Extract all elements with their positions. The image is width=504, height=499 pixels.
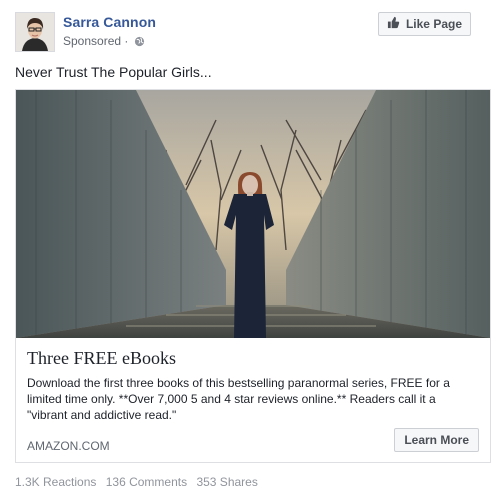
post-header: Sarra Cannon Sponsored · Like Page (15, 12, 489, 54)
like-page-label: Like Page (405, 17, 462, 31)
post-message: Never Trust The Popular Girls... (15, 64, 212, 80)
shares-count[interactable]: 353 Shares (196, 475, 257, 489)
sponsored-label[interactable]: Sponsored (63, 34, 121, 48)
page-name-link[interactable]: Sarra Cannon (63, 14, 156, 30)
reactions-count[interactable]: 1.3K Reactions (15, 475, 96, 489)
like-page-button[interactable]: Like Page (377, 12, 471, 36)
avatar-image (16, 13, 54, 51)
sponsored-line: Sponsored · (63, 34, 145, 50)
ad-domain: AMAZON.COM (27, 439, 110, 453)
link-attachment[interactable]: Three FREE eBooks Download the first thr… (15, 89, 491, 463)
ad-photo[interactable] (16, 90, 490, 338)
globe-icon (134, 36, 145, 50)
comments-count[interactable]: 136 Comments (106, 475, 187, 489)
page-avatar[interactable] (15, 12, 55, 52)
ad-headline[interactable]: Three FREE eBooks (27, 348, 176, 369)
learn-more-button[interactable]: Learn More (394, 428, 479, 452)
sponsored-separator: · (124, 34, 129, 48)
ad-photo-illustration (16, 90, 490, 338)
ad-description: Download the first three books of this b… (27, 376, 450, 422)
engagement-stats: 1.3K Reactions 136 Comments 353 Shares (15, 475, 264, 489)
thumbs-up-icon (387, 16, 400, 32)
